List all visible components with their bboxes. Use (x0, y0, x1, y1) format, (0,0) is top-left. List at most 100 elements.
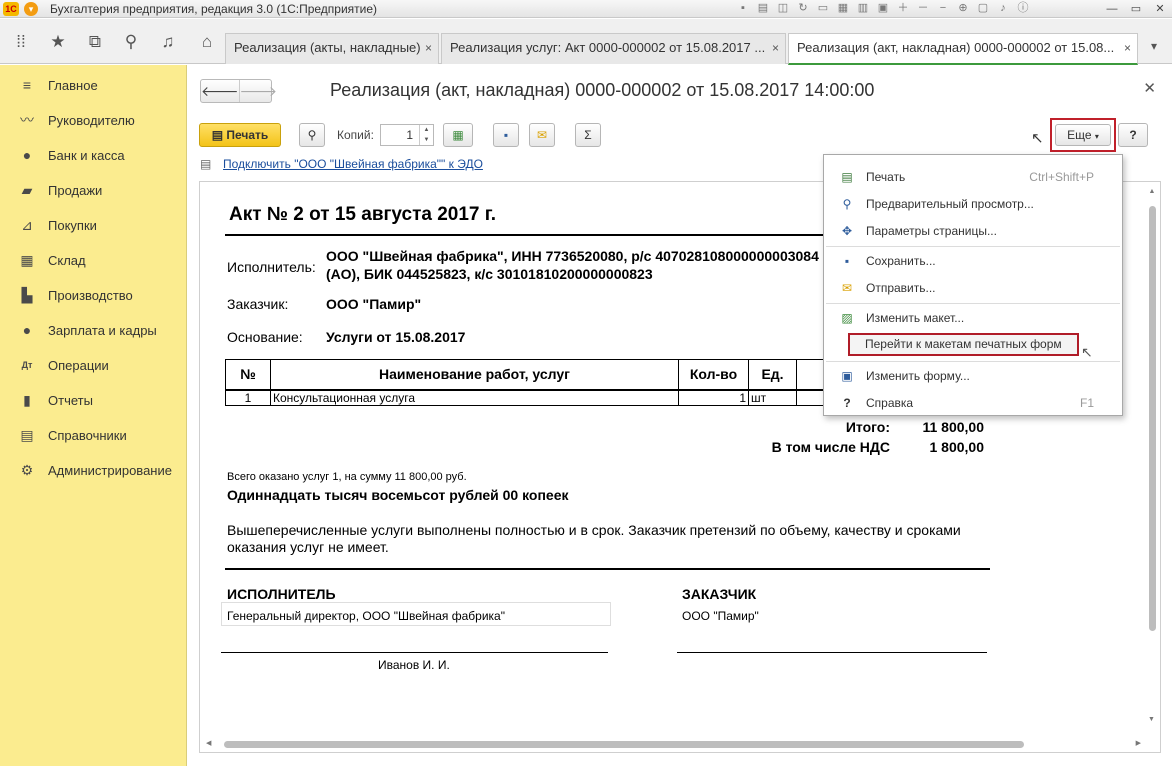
memory-minus-icon[interactable]: － (915, 1, 931, 16)
spin-arrows-icon[interactable]: ▲ ▼ (419, 125, 433, 145)
scroll-thumb[interactable] (1149, 206, 1156, 631)
tabs-menu-icon[interactable]: ▾ (1140, 33, 1168, 59)
preview-icon: ⚲ (307, 128, 317, 142)
edit-document-button[interactable]: ▦ (443, 123, 473, 147)
sidebar-item-label: Продажи (48, 182, 103, 198)
tab-sales-list[interactable]: Реализация (акты, накладные) × (225, 33, 439, 64)
help-button[interactable]: ? (1118, 123, 1148, 147)
minimize-icon[interactable]: — (1100, 0, 1124, 18)
search-icon[interactable]: ⚲ (117, 29, 145, 55)
menu-item-save[interactable]: ▪ Сохранить... (824, 247, 1122, 274)
menu-item-edit-form[interactable]: ▣ Изменить форму... (824, 362, 1122, 389)
sidebar-item-catalogs[interactable]: ▤ Справочники (0, 420, 186, 450)
bell-icon[interactable]: ♪ (995, 1, 1011, 16)
executor-value: ООО "Швейная фабрика", ИНН 7736520080, р… (326, 247, 819, 283)
app-logo-icon[interactable]: 1С (3, 1, 19, 16)
preview-button[interactable]: ⚲ (299, 123, 325, 147)
scroll-up-icon[interactable]: ▲ (1147, 188, 1157, 195)
maximize-icon[interactable]: ▭ (1124, 0, 1148, 18)
customer-label: Заказчик: (227, 296, 289, 312)
info-icon[interactable]: ⓘ (1015, 1, 1031, 16)
executor-line-1: ООО "Швейная фабрика", ИНН 7736520080, р… (326, 248, 819, 264)
scroll-thumb[interactable] (224, 741, 1024, 748)
sidebar-item-production[interactable]: ▙ Производство (0, 280, 186, 310)
menu-item-edit-template[interactable]: ▨ Изменить макет... (824, 304, 1122, 331)
sidebar-item-label: Банк и касса (48, 147, 125, 163)
close-window-icon[interactable]: ✕ (1148, 0, 1172, 18)
calendar-icon[interactable]: ▣ (875, 1, 891, 16)
refresh-icon[interactable]: ↻ (795, 1, 811, 16)
more-button[interactable]: Еще ▾ (1055, 124, 1111, 146)
bell-icon[interactable]: ♫ (154, 29, 182, 55)
menu-item-label: Сохранить... (866, 253, 936, 268)
tab-label: Реализация (акты, накладные) (234, 40, 421, 55)
col-number: № (225, 359, 271, 391)
preview-icon[interactable]: ◫ (775, 1, 791, 16)
book-icon: ▤ (20, 426, 34, 443)
tab-services-act[interactable]: Реализация услуг: Акт 0000-000002 от 15.… (441, 33, 786, 64)
menu-item-send[interactable]: ✉ Отправить... (824, 274, 1122, 301)
vertical-scrollbar[interactable]: ▲ ▼ (1147, 188, 1157, 728)
printer-icon[interactable]: ▤ (755, 1, 771, 16)
grid-icon[interactable]: ▦ (835, 1, 851, 16)
menu-item-goto-print-templates[interactable]: Перейти к макетам печатных форм (848, 333, 1079, 356)
edo-icon: ▤ (200, 157, 212, 171)
forward-arrow-icon[interactable]: 🡒 (238, 80, 277, 102)
memory-clear-icon[interactable]: − (935, 1, 951, 16)
history-icon[interactable]: ⧉ (81, 29, 109, 55)
sidebar-item-bank[interactable]: ● Банк и касса (0, 140, 186, 170)
menu-item-print[interactable]: ▤ Печать Ctrl+Shift+P (824, 163, 1122, 190)
horizontal-scrollbar[interactable]: ◀ ▶ (206, 739, 1141, 749)
tab-label: Реализация услуг: Акт 0000-000002 от 15.… (450, 40, 766, 55)
history-navigation: 🡐 🡒 (200, 79, 277, 103)
save-button[interactable]: ▪ (493, 123, 519, 147)
document-title: Акт № 2 от 15 августа 2017 г. (229, 204, 497, 225)
edit-form-icon: ▣ (841, 368, 853, 383)
executor-line-2: (АО), БИК 044525823, к/с 301018102000000… (326, 266, 653, 282)
sidebar-item-main[interactable]: ≡ Главное (0, 70, 186, 100)
sidebar-item-admin[interactable]: ⚙ Администрирование (0, 455, 186, 485)
apps-grid-icon[interactable]: ⁞⁞ (7, 29, 35, 55)
close-icon[interactable]: ✕ (1143, 79, 1156, 97)
menu-item-preview[interactable]: ⚲ Предварительный просмотр... (824, 190, 1122, 217)
menu-item-help[interactable]: ? Справка F1 (824, 389, 1122, 416)
send-button[interactable]: ✉ (529, 123, 555, 147)
more-button-label: Еще (1067, 128, 1092, 142)
star-icon[interactable]: ★ (44, 29, 72, 55)
row-qty: 1 (678, 389, 749, 406)
sidebar-item-operations[interactable]: Дт Операции (0, 350, 186, 380)
zoom-icon[interactable]: ⊕ (955, 1, 971, 16)
save-icon[interactable]: ▪ (735, 1, 751, 16)
sidebar-item-warehouse[interactable]: ▦ Склад (0, 245, 186, 275)
close-icon[interactable]: × (772, 34, 779, 62)
sidebar-item-salary[interactable]: ● Зарплата и кадры (0, 315, 186, 345)
folder-icon[interactable]: ▭ (815, 1, 831, 16)
scroll-down-icon[interactable]: ▼ (1148, 716, 1155, 723)
sum-button[interactable]: Σ (575, 123, 601, 147)
close-icon[interactable]: × (425, 34, 432, 62)
warehouse-icon: ▦ (20, 251, 34, 268)
edo-connect-link[interactable]: Подключить "ООО "Швейная фабрика"" к ЭДО (223, 157, 483, 171)
home-icon[interactable]: ⌂ (193, 29, 221, 55)
memory-plus-icon[interactable]: ＋ (895, 1, 911, 16)
col-qty: Кол-во (678, 359, 749, 391)
main-menu-icon[interactable]: ▾ (24, 1, 38, 16)
calculator-icon[interactable]: ▥ (855, 1, 871, 16)
menu-item-page-settings[interactable]: ✥ Параметры страницы... (824, 217, 1122, 244)
restore-icon[interactable]: ▢ (975, 1, 991, 16)
sidebar-item-reports[interactable]: ▮ Отчеты (0, 385, 186, 415)
scroll-right-icon[interactable]: ▶ (1136, 739, 1141, 747)
sidebar-item-sales[interactable]: ▰ Продажи (0, 175, 186, 205)
tab-sales-act-active[interactable]: Реализация (акт, накладная) 0000-000002 … (788, 33, 1138, 65)
basis-value: Услуги от 15.08.2017 (326, 329, 466, 345)
print-button[interactable]: ▤ Печать (199, 123, 281, 147)
sidebar-item-purchases[interactable]: ⊿ Покупки (0, 210, 186, 240)
scroll-left-icon[interactable]: ◀ (206, 739, 211, 747)
sidebar-item-manager[interactable]: 〰 Руководителю (0, 105, 186, 135)
close-icon[interactable]: × (1124, 34, 1131, 62)
help-icon: ? (843, 395, 851, 410)
back-arrow-icon[interactable]: 🡐 (201, 80, 239, 102)
menu-item-label: Изменить макет... (866, 310, 965, 325)
executor-signer-name: Иванов И. И. (378, 658, 450, 672)
copies-stepper[interactable]: 1 ▲ ▼ (380, 124, 434, 146)
